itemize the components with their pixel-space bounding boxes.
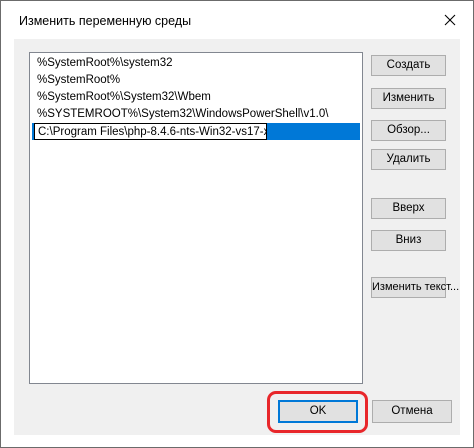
delete-button[interactable]: Удалить — [371, 149, 446, 170]
create-button[interactable]: Создать — [371, 55, 446, 76]
window-title: Изменить переменную среды — [19, 14, 192, 28]
dialog-window: Изменить переменную среды %SystemRoot%\s… — [0, 0, 474, 448]
list-item[interactable]: %SystemRoot% — [32, 72, 360, 89]
browse-button[interactable]: Обзор... — [371, 120, 446, 141]
list-item-selected[interactable] — [32, 123, 360, 140]
title-bar: Изменить переменную среды — [1, 1, 473, 39]
path-listbox[interactable]: %SystemRoot%\system32 %SystemRoot% %Syst… — [29, 52, 363, 384]
edit-button[interactable]: Изменить — [371, 88, 446, 109]
close-button[interactable] — [435, 7, 465, 33]
move-up-button[interactable]: Вверх — [371, 198, 446, 219]
list-item[interactable]: %SystemRoot%\system32 — [32, 55, 360, 72]
close-icon — [444, 14, 456, 26]
path-edit-input[interactable] — [34, 123, 267, 140]
ok-button[interactable]: OK — [278, 400, 358, 423]
list-item[interactable]: %SYSTEMROOT%\System32\WindowsPowerShell\… — [32, 106, 360, 123]
edit-text-button[interactable]: Изменить текст... — [371, 277, 459, 298]
dialog-client-area: %SystemRoot%\system32 %SystemRoot% %Syst… — [14, 39, 460, 435]
move-down-button[interactable]: Вниз — [371, 230, 446, 251]
list-item[interactable]: %SystemRoot%\System32\Wbem — [32, 89, 360, 106]
cancel-button[interactable]: Отмена — [372, 400, 452, 423]
